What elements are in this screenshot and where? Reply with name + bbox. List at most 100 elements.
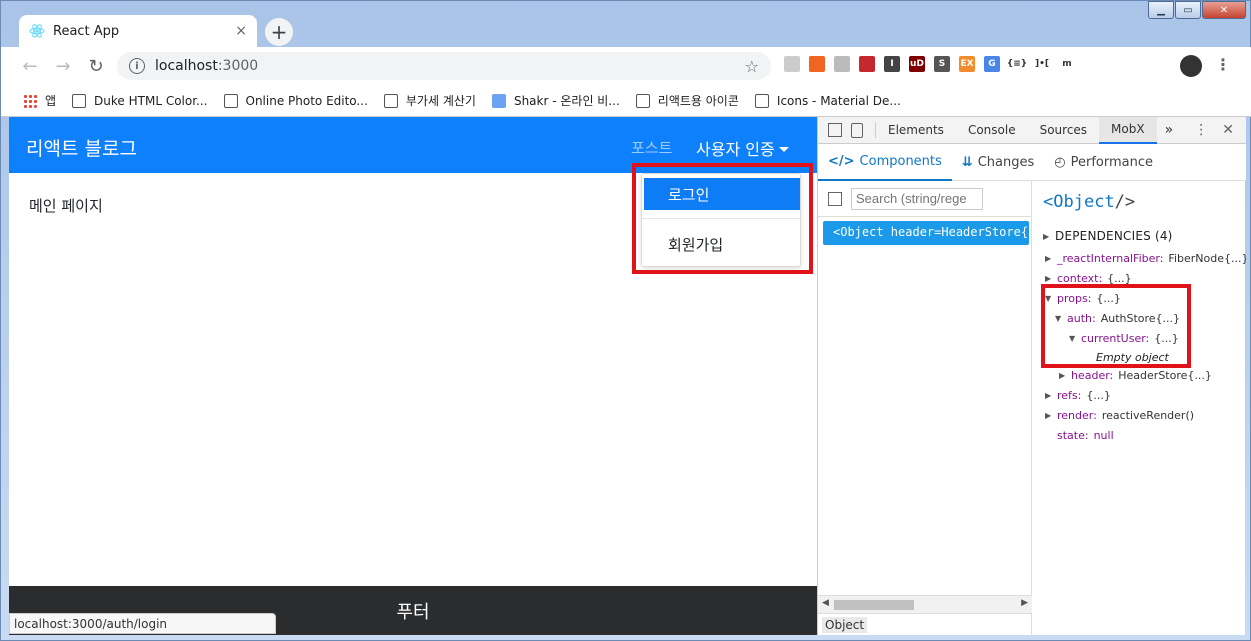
tab-console[interactable]: Console (956, 117, 1028, 144)
bookmark-label: Shakr - 온라인 비... (513, 94, 620, 108)
ext-ex-icon[interactable]: EX (959, 56, 975, 72)
bookmark-photo-editor[interactable]: Online Photo Edito... (223, 93, 368, 108)
main-page-text: 메인 페이지 (29, 197, 103, 215)
collapsed-triangle-icon: ▶ (1045, 274, 1052, 283)
url-port: :3000 (217, 58, 259, 74)
mobx-tab-performance[interactable]: ◴ Performance (1044, 144, 1163, 181)
mobx-tab-components[interactable]: </> Components (818, 144, 952, 181)
scroll-right-icon[interactable]: ▶ (1021, 598, 1028, 608)
devtools-menu-icon[interactable]: ⋮ (1194, 122, 1208, 138)
maximize-button[interactable]: ▭ (1175, 1, 1201, 19)
bookmark-apps[interactable]: 앱 (23, 92, 56, 109)
prop-internal-fiber[interactable]: ▶ _reactInternalFiber: FiberNode{...} (1045, 252, 1246, 265)
prop-key: header: (1071, 369, 1114, 382)
bookmark-react-icons[interactable]: 리액트용 아이콘 (635, 92, 739, 109)
mobx-tab-performance-label: Performance (1070, 154, 1153, 170)
bookmark-material-icons[interactable]: Icons - Material De... (754, 93, 901, 108)
pick-component-icon[interactable] (828, 191, 842, 206)
changes-icon: ⇊ (961, 154, 973, 170)
browser-window: React App × + ▁ ▭ ✕ ← → ↻ i localhost:30… (0, 0, 1251, 641)
tab-elements[interactable]: Elements (876, 117, 956, 144)
prop-state[interactable]: state: null (1057, 429, 1114, 442)
breadcrumb-object[interactable]: Object (822, 617, 868, 633)
bookmark-vat-calculator[interactable]: 부가세 계산기 (383, 92, 476, 109)
bookmark-shakr[interactable]: Shakr - 온라인 비... (491, 92, 620, 109)
inspect-element-icon[interactable] (828, 123, 842, 137)
ext-fingerprint-icon[interactable] (834, 56, 850, 72)
prop-key: render: (1057, 409, 1097, 422)
scroll-left-icon[interactable]: ◀ (822, 598, 829, 608)
ext-s-icon[interactable]: S (934, 56, 950, 72)
ext-mobx-icon[interactable]: ]•[ (1034, 56, 1050, 72)
more-tabs-icon[interactable]: » (1157, 122, 1182, 138)
scroll-thumb[interactable] (834, 600, 914, 610)
bookmark-star-icon[interactable]: ☆ (745, 57, 759, 76)
back-button[interactable]: ← (15, 51, 45, 81)
horizontal-scrollbar[interactable]: ◀ ▶ (818, 595, 1032, 613)
tab-strip: React App × + ▁ ▭ ✕ (1, 1, 1251, 47)
tree-search-row (818, 181, 1032, 217)
dependencies-row[interactable]: ▶ DEPENDENCIES (4) (1043, 229, 1173, 243)
bookmark-favicon-icon (754, 93, 769, 108)
bookmarks-bar: 앱 Duke HTML Color... Online Photo Edito...… (1, 85, 1251, 117)
inspector-pane: <Object/> ▶ DEPENDENCIES (4) ▶ _reactInter… (1033, 181, 1246, 635)
ext-json-icon[interactable]: {≡} (1007, 56, 1027, 72)
ext-m-icon[interactable]: m (1059, 56, 1075, 72)
apps-grid-icon (23, 93, 37, 108)
prop-refs[interactable]: ▶ refs: {...} (1045, 389, 1111, 402)
bookmark-duke[interactable]: Duke HTML Color... (72, 93, 208, 108)
tab-title: React App (53, 23, 120, 39)
mobx-tab-components-label: Components (859, 153, 942, 169)
bookmark-favicon-icon (491, 93, 506, 108)
tab-mobx[interactable]: MobX (1099, 116, 1157, 144)
prop-value: reactiveRender() (1101, 409, 1195, 422)
app-brand[interactable]: 리액트 블로그 (26, 134, 137, 161)
new-tab-button[interactable]: + (265, 18, 293, 46)
collapsed-triangle-icon: ▶ (1043, 231, 1050, 241)
ext-clip-icon[interactable] (784, 56, 800, 72)
bookmark-favicon-icon (635, 93, 650, 108)
prop-header[interactable]: ▶ header: HeaderStore{...} (1059, 369, 1212, 382)
tab-sources[interactable]: Sources (1028, 117, 1099, 144)
browser-menu-icon[interactable]: ⋮ (1215, 55, 1231, 74)
devtools-close-icon[interactable]: ✕ (1222, 122, 1234, 138)
address-bar[interactable]: i localhost:3000 ☆ (117, 52, 771, 80)
caret-down-icon (778, 147, 789, 152)
tree-node-object[interactable]: <Object header=HeaderStore{... (823, 221, 1029, 245)
ext-puzzle-icon[interactable] (859, 56, 875, 72)
bookmark-label: Online Photo Edito... (245, 93, 368, 108)
tab-close-icon[interactable]: × (235, 23, 247, 39)
prop-key: refs: (1057, 389, 1082, 402)
bookmark-favicon-icon (383, 93, 398, 108)
nav-auth-dropdown[interactable]: 사용자 인증 (696, 136, 789, 160)
prop-render[interactable]: ▶ render: reactiveRender() (1045, 409, 1194, 422)
stopwatch-icon: ◴ (1054, 154, 1066, 170)
collapsed-triangle-icon: ▶ (1045, 254, 1052, 263)
bookmark-label: Icons - Material De... (776, 93, 901, 108)
window-close-button[interactable]: ✕ (1202, 1, 1246, 19)
ext-instapaper-icon[interactable]: I (884, 56, 900, 72)
extensions-bar: IuD S EX G {≡} ]•[ m (784, 56, 1075, 72)
code-brackets-icon: </> (828, 153, 855, 169)
devtools-panel: Elements Console Sources MobX » ⋮ ✕ </> C… (817, 116, 1246, 635)
site-info-icon[interactable]: i (129, 58, 145, 74)
page-viewport: 리액트 블로그 포스트 사용자 인증 로그인 회원가입 메인 페이지 푸터 (9, 117, 817, 635)
reload-button[interactable]: ↻ (81, 51, 111, 81)
ext-translate-icon[interactable]: G (984, 56, 1000, 72)
tree-breadcrumb: Object (818, 613, 1032, 635)
url-host: localhost (155, 58, 218, 74)
mobx-tab-changes-label: Changes (977, 154, 1035, 170)
profile-avatar[interactable] (1180, 55, 1202, 77)
browser-tab[interactable]: React App × (19, 15, 257, 47)
nav-post-link[interactable]: 포스트 (631, 137, 672, 158)
footer-text: 푸터 (396, 601, 430, 623)
ext-ublock-icon[interactable]: uD (909, 56, 925, 72)
mobx-tab-changes[interactable]: ⇊ Changes (952, 144, 1044, 181)
forward-button[interactable]: → (48, 51, 78, 81)
prop-value: FiberNode{...} (1168, 252, 1246, 265)
tree-search-input[interactable] (851, 187, 983, 210)
device-toolbar-icon[interactable] (851, 122, 863, 138)
ext-orange-icon[interactable] (809, 56, 825, 72)
react-logo-icon (29, 24, 45, 38)
minimize-button[interactable]: ▁ (1148, 1, 1174, 19)
